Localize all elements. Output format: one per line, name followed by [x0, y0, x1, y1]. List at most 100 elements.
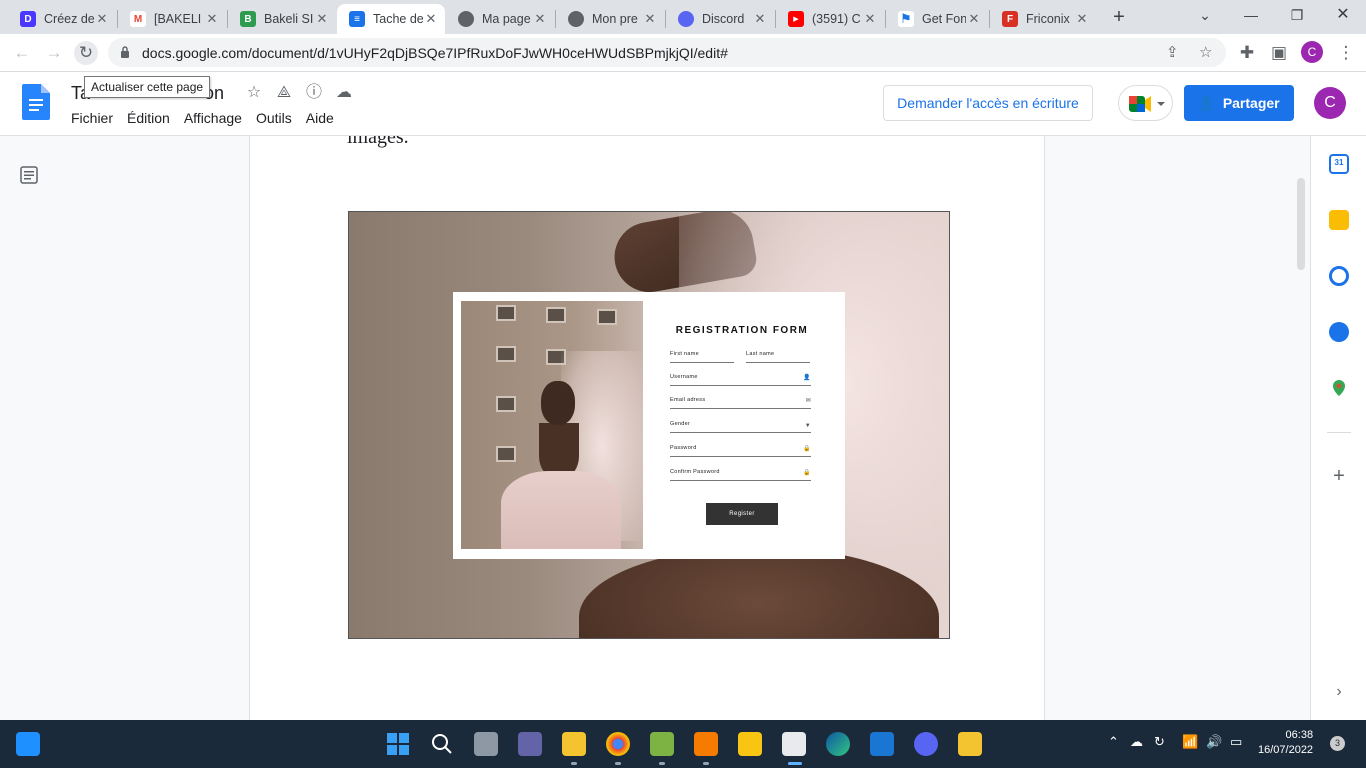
star-icon[interactable]: ☆: [244, 83, 264, 103]
tab-youtube[interactable]: ▶ (3591) C ✕: [776, 4, 884, 34]
tab-mon-projet[interactable]: Mon pre ✕: [556, 4, 664, 34]
canva-icon: D: [20, 11, 36, 27]
vertical-scrollbar[interactable]: [1297, 178, 1305, 270]
chevron-right-icon[interactable]: ›: [1329, 682, 1349, 702]
add-icon[interactable]: +: [1329, 466, 1349, 486]
request-edit-access-button[interactable]: Demander l'accès en écriture: [883, 85, 1093, 121]
share-button[interactable]: 👤 Partager: [1184, 85, 1294, 121]
confirm-password-field: Confirm Password 🔒: [670, 469, 811, 481]
tab-search-button[interactable]: ⌄: [1182, 0, 1228, 34]
restore-button[interactable]: ❐: [1274, 0, 1320, 34]
close-icon[interactable]: ✕: [314, 11, 330, 27]
register-button: Register: [706, 503, 778, 525]
discord-icon: [678, 11, 694, 27]
chrome-icon[interactable]: [606, 732, 630, 756]
menu-aide[interactable]: Aide: [306, 110, 334, 126]
person-icon: 👤: [1198, 94, 1216, 111]
tab-title: Ma page: [482, 12, 531, 26]
address-bar[interactable]: docs.google.com/document/d/1vUHyF2qDjBSQ…: [108, 38, 1226, 67]
widgets-icon[interactable]: [16, 732, 40, 756]
sublime-text-icon[interactable]: [694, 732, 718, 756]
gmail-icon: M: [130, 11, 146, 27]
close-icon[interactable]: ✕: [966, 11, 982, 27]
info-icon[interactable]: ⓘ: [304, 83, 324, 103]
tasks-icon[interactable]: [1329, 266, 1349, 286]
meet-button[interactable]: [1118, 85, 1173, 121]
date-text: 16/07/2022: [1258, 744, 1314, 756]
file-explorer-icon[interactable]: [562, 732, 586, 756]
notepad-icon[interactable]: [650, 732, 674, 756]
close-icon[interactable]: ✕: [423, 11, 439, 27]
tab-gmail[interactable]: M [BAKELI ✕: [118, 4, 226, 34]
minimize-button[interactable]: —: [1228, 0, 1274, 34]
back-button[interactable]: ←: [10, 41, 34, 65]
chrome-menu-icon[interactable]: ⋮: [1334, 41, 1358, 65]
tab-canva[interactable]: D Créez de ✕: [8, 4, 116, 34]
share-page-icon[interactable]: ⇪: [1166, 43, 1179, 61]
tab-title: Tache de: [373, 12, 423, 26]
close-icon[interactable]: ✕: [642, 11, 658, 27]
chevron-up-icon[interactable]: ⌃: [1108, 734, 1119, 750]
profile-avatar[interactable]: C: [1301, 41, 1323, 63]
form-title: REGISTRATION FORM: [675, 325, 809, 336]
tab-friconix[interactable]: F Friconix ✕: [990, 4, 1096, 34]
teams-chat-icon[interactable]: [518, 732, 542, 756]
close-icon[interactable]: ✕: [94, 11, 110, 27]
menu-fichier[interactable]: Fichier: [71, 110, 113, 126]
close-icon[interactable]: ✕: [204, 11, 220, 27]
wifi-icon[interactable]: 📶: [1182, 734, 1198, 750]
tab-discord[interactable]: Discord ✕: [666, 4, 774, 34]
tab-docs-active[interactable]: ≡ Tache de ✕: [337, 4, 445, 34]
menu-affichage[interactable]: Affichage: [184, 110, 242, 126]
reload-button[interactable]: ↻: [74, 41, 98, 65]
url-text: docs.google.com/document/d/1vUHyF2qDjBSQ…: [142, 45, 728, 61]
share-label: Partager: [1222, 95, 1280, 111]
task-view-icon[interactable]: [474, 732, 498, 756]
tab-title: Créez de: [44, 12, 94, 26]
browser-toolbar: ← → ↻ docs.google.com/document/d/1vUHyF2…: [0, 34, 1366, 72]
close-icon[interactable]: ✕: [752, 11, 768, 27]
battery-icon[interactable]: ▭: [1230, 734, 1242, 750]
snipping-tool-icon[interactable]: [782, 732, 806, 756]
new-tab-button[interactable]: +: [1108, 6, 1130, 28]
contacts-icon[interactable]: [1329, 322, 1349, 342]
extensions-icon[interactable]: ✚: [1235, 41, 1259, 65]
sync-icon[interactable]: ↻: [1154, 734, 1165, 750]
forward-button[interactable]: →: [42, 41, 66, 65]
window-close-button[interactable]: ✕: [1320, 0, 1366, 34]
start-icon[interactable]: [386, 732, 410, 756]
app-icon[interactable]: [738, 732, 762, 756]
close-icon[interactable]: ✕: [862, 11, 878, 27]
discord-icon[interactable]: [914, 732, 938, 756]
side-panel-icon[interactable]: ▣: [1267, 41, 1291, 65]
menu-outils[interactable]: Outils: [256, 110, 292, 126]
notification-badge[interactable]: 3: [1330, 736, 1345, 751]
maps-icon[interactable]: [1329, 378, 1349, 398]
embedded-image[interactable]: REGISTRATION FORM First name Last name U…: [348, 211, 950, 639]
menu-edition[interactable]: Édition: [127, 110, 170, 126]
tab-bakeli[interactable]: B Bakeli SI ✕: [228, 4, 336, 34]
tab-ma-page[interactable]: Ma page ✕: [446, 4, 554, 34]
username-field: Username 👤: [670, 374, 811, 386]
document-page[interactable]: images. REGISTRATION FORM First name Las…: [249, 136, 1045, 720]
clock[interactable]: 06:38 16/07/2022: [1258, 728, 1313, 758]
keep-icon[interactable]: [1329, 210, 1349, 230]
calendar-icon[interactable]: 31: [1329, 154, 1349, 174]
close-icon[interactable]: ✕: [532, 11, 548, 27]
bookmark-star-icon[interactable]: ☆: [1199, 43, 1212, 61]
edge-icon[interactable]: [826, 732, 850, 756]
close-icon[interactable]: ✕: [1074, 11, 1090, 27]
move-to-drive-icon[interactable]: ⟁: [274, 83, 294, 103]
search-icon[interactable]: [430, 732, 454, 756]
last-name-field: Last name: [746, 351, 810, 363]
document-outline-icon[interactable]: [20, 166, 38, 184]
media-player-icon[interactable]: [870, 732, 894, 756]
tab-get-font[interactable]: ⚑ Get Fon ✕: [886, 4, 988, 34]
windows-taskbar: ⌃ ☁ ↻ 📶 🔊 ▭ 06:38 16/07/2022 3: [0, 720, 1366, 768]
docs-logo-icon[interactable]: [22, 84, 50, 120]
folder-icon[interactable]: [958, 732, 982, 756]
volume-icon[interactable]: 🔊: [1206, 734, 1222, 750]
onedrive-icon[interactable]: ☁: [1130, 734, 1143, 750]
account-avatar[interactable]: C: [1314, 87, 1346, 119]
gender-select: Gender ▼: [670, 421, 811, 433]
